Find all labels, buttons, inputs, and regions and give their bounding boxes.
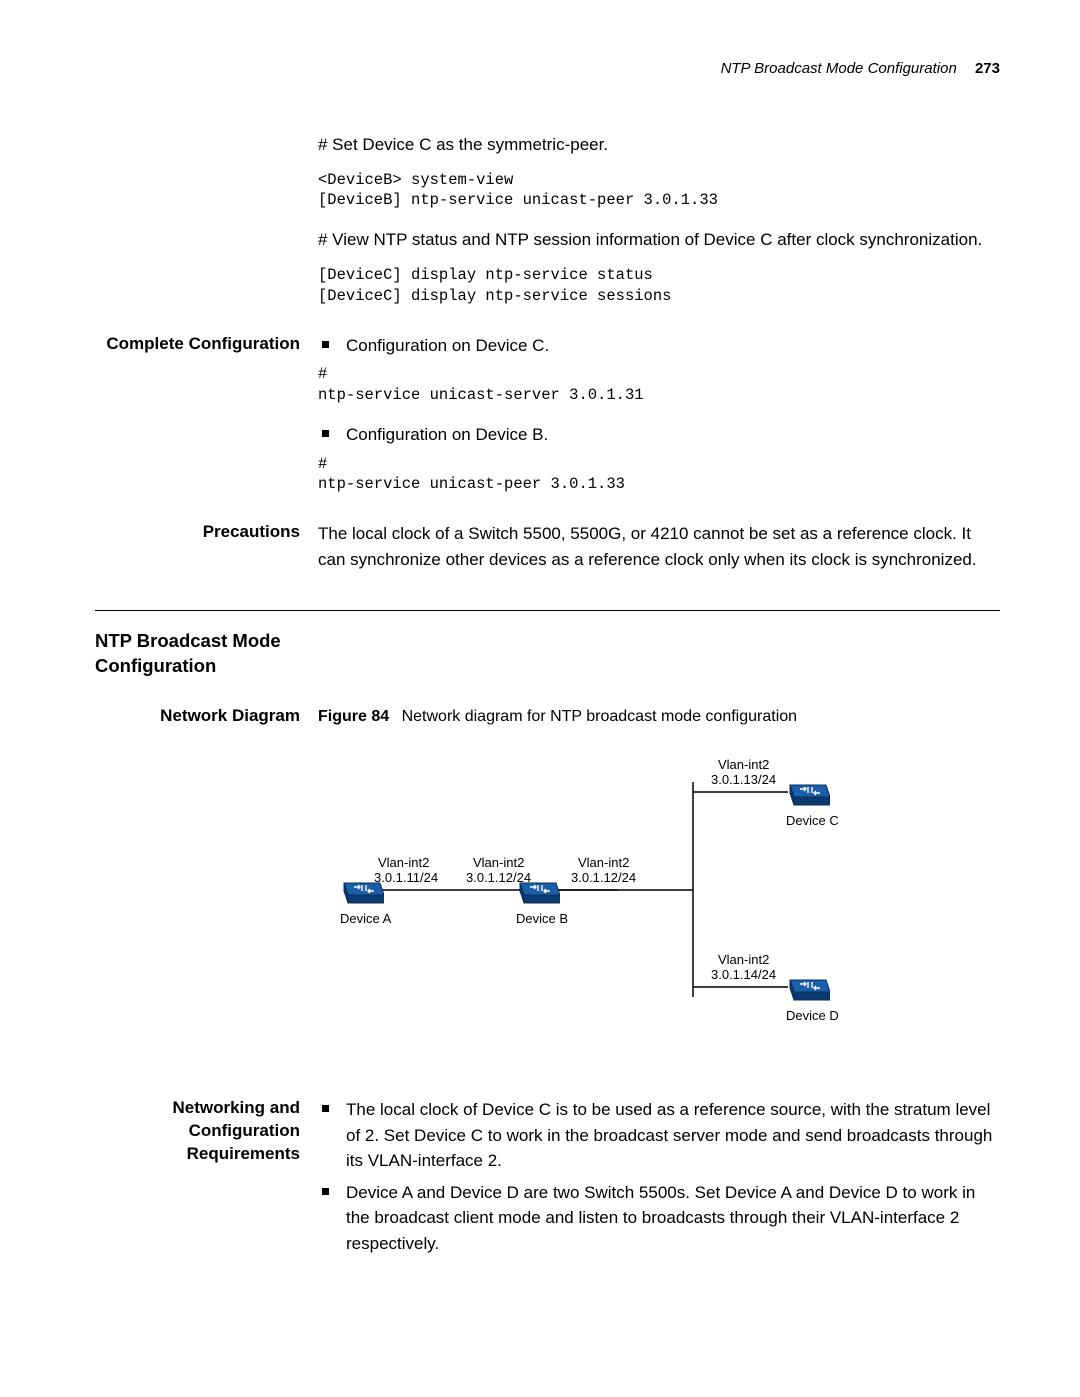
precautions-label: Precautions <box>95 521 318 544</box>
figure-text: Network diagram for NTP broadcast mode c… <box>402 708 797 725</box>
config-code-1: # ntp-service unicast-server 3.0.1.31 <box>318 364 1000 406</box>
intro-content: # Set Device C as the symmetric-peer. <D… <box>318 132 1000 323</box>
complete-config-content: Configuration on Device C. # ntp-service… <box>318 333 1000 512</box>
complete-config-label: Complete Configuration <box>95 333 318 356</box>
header-title: NTP Broadcast Mode Configuration <box>721 60 957 77</box>
device-b-name: Device B <box>516 909 568 929</box>
router-icon <box>786 972 830 1002</box>
network-diagram: Vlan-int2 3.0.1.11/24 Device A Vlan-int2… <box>318 747 878 1057</box>
network-diagram-block: Network Diagram Figure 84 Network diagra… <box>95 705 1000 1087</box>
config-item-2: Configuration on Device B. <box>318 422 1000 448</box>
code-block-2: [DeviceC] display ntp-service status [De… <box>318 265 1000 307</box>
network-diagram-content: Figure 84 Network diagram for NTP broadc… <box>318 705 1000 1087</box>
device-b-addr-l: 3.0.1.12/24 <box>466 868 531 888</box>
config-item-1: Configuration on Device C. <box>318 333 1000 359</box>
precautions-content: The local clock of a Switch 5500, 5500G,… <box>318 521 1000 582</box>
complete-config-block: Complete Configuration Configuration on … <box>95 333 1000 512</box>
router-icon <box>786 777 830 807</box>
device-b-addr-r: 3.0.1.12/24 <box>571 868 636 888</box>
device-a-name: Device A <box>340 909 391 929</box>
page: NTP Broadcast Mode Configuration 273 # S… <box>0 0 1080 1352</box>
figure-caption: Figure 84 Network diagram for NTP broadc… <box>318 705 1000 729</box>
device-d-name: Device D <box>786 1006 839 1026</box>
intro-block: # Set Device C as the symmetric-peer. <D… <box>95 132 1000 323</box>
section-heading: NTP Broadcast Mode Configuration <box>95 629 325 679</box>
step-2: # View NTP status and NTP session inform… <box>318 227 1000 253</box>
device-d-addr: 3.0.1.14/24 <box>711 965 776 985</box>
page-number: 273 <box>975 60 1000 77</box>
code-block-1: <DeviceB> system-view [DeviceB] ntp-serv… <box>318 170 1000 212</box>
config-code-2: # ntp-service unicast-peer 3.0.1.33 <box>318 454 1000 496</box>
requirements-block: Networking and Configuration Requirement… <box>95 1097 1000 1262</box>
requirements-label: Networking and Configuration Requirement… <box>95 1097 318 1166</box>
device-a-addr: 3.0.1.11/24 <box>374 868 438 888</box>
config-list-2: Configuration on Device B. <box>318 422 1000 448</box>
requirements-content: The local clock of Device C is to be use… <box>318 1097 1000 1262</box>
running-header: NTP Broadcast Mode Configuration 273 <box>95 60 1000 77</box>
device-c-addr: 3.0.1.13/24 <box>711 770 776 790</box>
network-diagram-label: Network Diagram <box>95 705 318 728</box>
figure-label: Figure 84 <box>318 708 389 725</box>
step-1: # Set Device C as the symmetric-peer. <box>318 132 1000 158</box>
requirement-1: The local clock of Device C is to be use… <box>318 1097 1000 1174</box>
requirements-list: The local clock of Device C is to be use… <box>318 1097 1000 1256</box>
section-divider <box>95 610 1000 611</box>
requirement-2: Device A and Device D are two Switch 550… <box>318 1180 1000 1257</box>
precautions-block: Precautions The local clock of a Switch … <box>95 521 1000 582</box>
precautions-text: The local clock of a Switch 5500, 5500G,… <box>318 521 1000 572</box>
config-list-1: Configuration on Device C. <box>318 333 1000 359</box>
device-c-name: Device C <box>786 811 839 831</box>
